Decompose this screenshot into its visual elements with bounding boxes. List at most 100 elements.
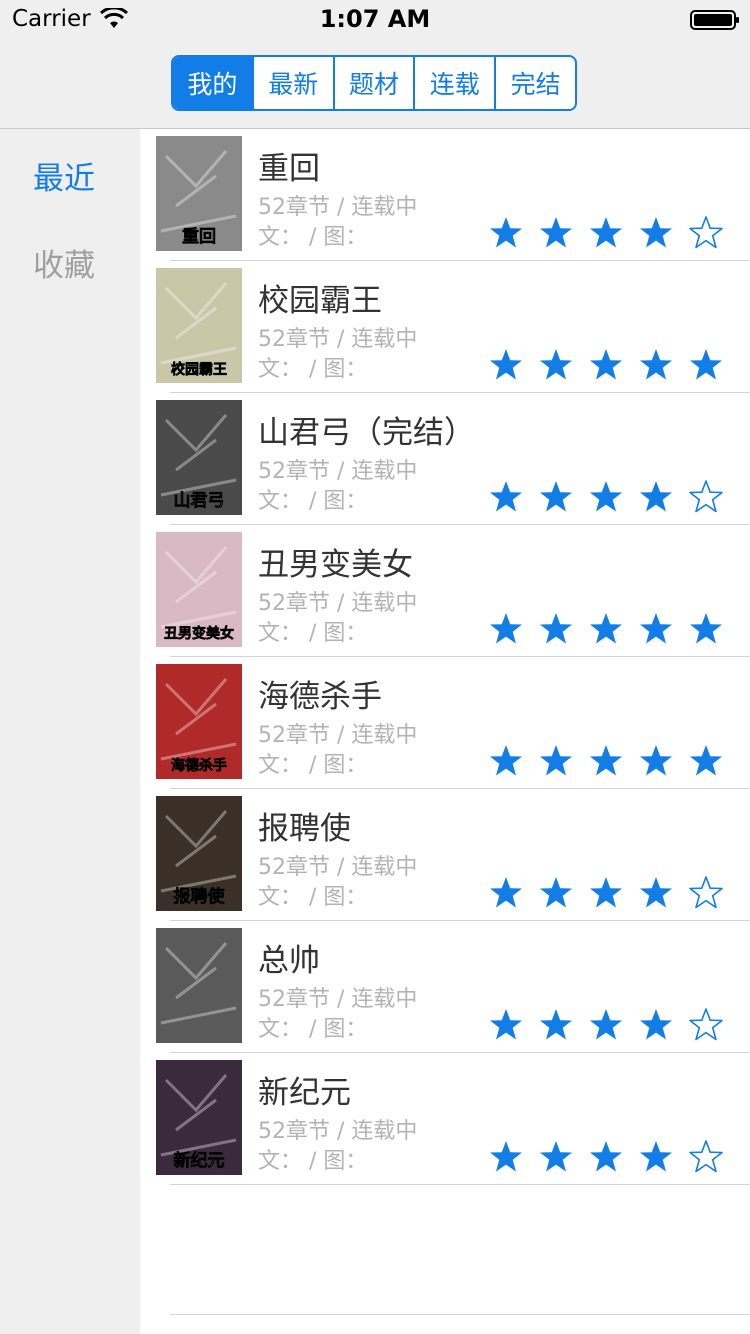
comic-cover-image: 重回: [156, 136, 242, 251]
star-empty-icon: [689, 876, 723, 909]
star-filled-icon: [490, 877, 522, 908]
comic-cover-image: 丑男变美女: [156, 532, 242, 647]
svg-text:山君弓: 山君弓: [174, 491, 225, 511]
star-filled-icon: [590, 1009, 622, 1040]
comic-title: 重回: [258, 151, 320, 187]
star-filled-icon: [690, 745, 722, 776]
list-item[interactable]: 校园霸王 校园霸王 52章节 / 连载中 文： / 图：: [140, 261, 750, 393]
star-filled-icon: [540, 877, 572, 908]
sidebar-item-favorites[interactable]: 收藏: [0, 240, 128, 285]
comic-credits: 文： / 图：: [258, 225, 368, 250]
star-filled-icon: [590, 481, 622, 512]
svg-text:重回: 重回: [182, 226, 216, 247]
star-filled-icon: [540, 481, 572, 512]
comic-cover-image: 海德杀手: [156, 664, 242, 779]
comic-credits: 文： / 图：: [258, 1017, 368, 1042]
comic-cover-image: 新纪元: [156, 1060, 242, 1175]
star-filled-icon: [640, 745, 672, 776]
star-rating: [488, 1139, 728, 1175]
list-item[interactable]: 山君弓 山君弓（完结） 52章节 / 连载中 文： / 图：: [140, 393, 750, 525]
star-rating: [488, 1007, 728, 1043]
comic-cover-image: 山君弓: [156, 400, 242, 515]
segment-tab-4[interactable]: 完结: [496, 57, 575, 109]
comic-credits: 文： / 图：: [258, 1149, 368, 1174]
star-empty-icon: [689, 1008, 723, 1041]
list-item[interactable]: 重回 重回 52章节 / 连载中 文： / 图：: [140, 129, 750, 261]
star-empty-icon: [689, 1140, 723, 1173]
star-empty-icon: [689, 480, 723, 513]
comic-credits: 文： / 图：: [258, 489, 368, 514]
star-filled-icon: [690, 613, 722, 644]
star-rating: [488, 743, 728, 779]
star-filled-icon: [490, 217, 522, 248]
star-filled-icon: [640, 1009, 672, 1040]
comic-title: 总帅: [258, 943, 320, 979]
segment-tab-0[interactable]: 我的: [173, 57, 254, 109]
star-filled-icon: [540, 349, 572, 380]
comic-chapter-status: 52章节 / 连载中: [258, 327, 418, 352]
comic-list: 重回 重回 52章节 / 连载中 文： / 图： 校园霸王 校园霸王 52章节 / 连载中文…: [140, 129, 750, 1334]
sidebar-item-recent[interactable]: 最近: [0, 153, 128, 198]
star-empty-icon: [689, 216, 723, 249]
star-rating: [488, 215, 728, 251]
star-filled-icon: [640, 349, 672, 380]
segment-tab-2[interactable]: 题材: [335, 57, 416, 109]
category-segmented-control: 我的 最新 题材 连载 完结: [171, 55, 577, 111]
list-item[interactable]: 新纪元 新纪元 52章节 / 连载中 文： / 图：: [140, 1053, 750, 1185]
comic-credits: 文： / 图：: [258, 621, 368, 646]
list-item[interactable]: 报聘使 报聘使 52章节 / 连载中 文： / 图：: [140, 789, 750, 921]
nav-bar: 我的 最新 题材 连载 完结: [0, 40, 750, 129]
comic-cover-image: 校园霸王: [156, 268, 242, 383]
star-filled-icon: [590, 745, 622, 776]
sidebar: 最近 收藏: [0, 129, 140, 1334]
star-filled-icon: [690, 349, 722, 380]
star-filled-icon: [540, 1009, 572, 1040]
star-filled-icon: [640, 613, 672, 644]
segment-tab-3[interactable]: 连载: [415, 57, 497, 109]
comic-title: 海德杀手: [258, 679, 382, 715]
svg-text:新纪元: 新纪元: [174, 1150, 225, 1171]
battery-icon: [690, 10, 739, 30]
star-filled-icon: [540, 745, 572, 776]
comic-credits: 文： / 图：: [258, 753, 368, 778]
comic-chapter-status: 52章节 / 连载中: [258, 723, 418, 748]
star-rating: [488, 875, 728, 911]
svg-text:报聘使: 报聘使: [174, 886, 226, 907]
list-item[interactable]: 总帅 52章节 / 连载中 文： / 图：: [140, 921, 750, 1053]
star-rating: [488, 479, 728, 515]
comic-chapter-status: 52章节 / 连载中: [258, 591, 418, 616]
star-filled-icon: [490, 481, 522, 512]
comic-credits: 文： / 图：: [258, 357, 368, 382]
comic-title: 山君弓（完结）: [258, 415, 475, 451]
list-item[interactable]: 海德杀手 海德杀手 52章节 / 连载中 文： / 图：: [140, 657, 750, 789]
star-filled-icon: [540, 1141, 572, 1172]
segment-tab-1[interactable]: 最新: [254, 57, 335, 109]
star-filled-icon: [490, 613, 522, 644]
star-filled-icon: [640, 877, 672, 908]
svg-text:海德杀手: 海德杀手: [171, 757, 227, 774]
star-filled-icon: [490, 1141, 522, 1172]
list-bottom-divider: [170, 1314, 750, 1315]
star-filled-icon: [640, 481, 672, 512]
star-filled-icon: [540, 217, 572, 248]
comic-cover-image: [156, 928, 242, 1043]
comic-title: 校园霸王: [258, 283, 382, 319]
comic-title: 丑男变美女: [258, 547, 413, 583]
star-rating: [488, 347, 728, 383]
star-filled-icon: [590, 1141, 622, 1172]
star-filled-icon: [590, 217, 622, 248]
comic-title: 报聘使: [258, 811, 351, 847]
status-time: 1:07 AM: [319, 5, 431, 33]
svg-text:校园霸王: 校园霸王: [171, 361, 227, 378]
comic-chapter-status: 52章节 / 连载中: [258, 1119, 418, 1144]
comic-chapter-status: 52章节 / 连载中: [258, 855, 418, 880]
star-filled-icon: [540, 613, 572, 644]
comic-chapter-status: 52章节 / 连载中: [258, 987, 418, 1012]
star-filled-icon: [490, 1009, 522, 1040]
status-bar: Carrier 1:07 AM: [0, 0, 750, 40]
comic-cover-image: 报聘使: [156, 796, 242, 911]
comic-chapter-status: 52章节 / 连载中: [258, 195, 418, 220]
list-item[interactable]: 丑男变美女 丑男变美女 52章节 / 连载中 文： / 图：: [140, 525, 750, 657]
star-filled-icon: [490, 745, 522, 776]
comic-title: 新纪元: [258, 1075, 351, 1111]
